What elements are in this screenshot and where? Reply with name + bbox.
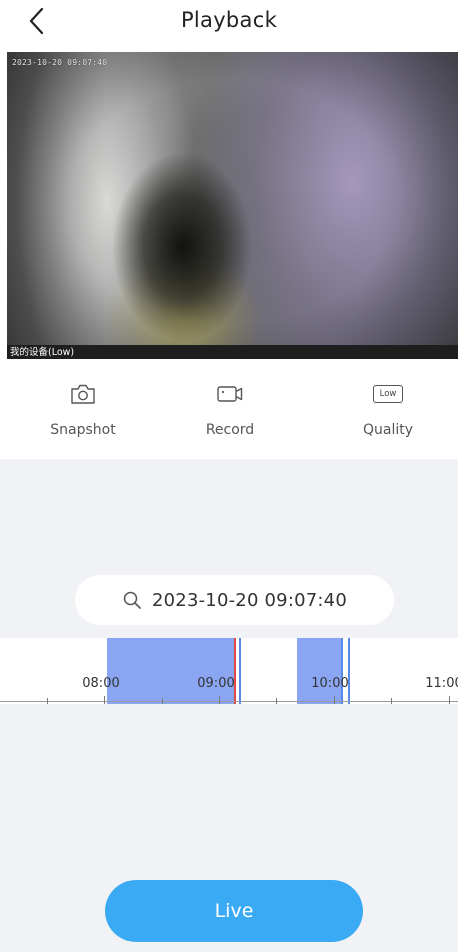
timeline-tick — [449, 696, 450, 704]
timeline-hour-label: 08:00 — [82, 676, 120, 691]
timeline-baseline — [0, 701, 458, 702]
timeline-tick — [47, 698, 48, 704]
timeline-tick — [162, 698, 163, 704]
quality-badge-icon: Low — [373, 385, 403, 403]
live-button[interactable]: Live — [105, 880, 363, 942]
segment-marker — [348, 638, 350, 704]
playback-screen: Playback 2023-10-20 09:07:40 我的设备(Low) S… — [0, 0, 458, 952]
segment-marker — [341, 638, 343, 704]
playback-area — [0, 459, 458, 952]
snapshot-button[interactable]: Snapshot — [28, 378, 138, 448]
video-device-label: 我的设备(Low) — [10, 347, 75, 358]
video-record-icon — [217, 386, 243, 402]
snapshot-label: Snapshot — [50, 422, 116, 438]
video-label-bar — [7, 345, 458, 359]
recording-segment — [297, 638, 342, 704]
current-time-marker — [234, 638, 236, 704]
segment-marker — [239, 638, 241, 704]
record-button[interactable]: Record — [175, 378, 285, 448]
quality-label: Quality — [362, 422, 414, 438]
timeline-hour-label: 11:00 — [425, 676, 458, 691]
timeline-hour-label: 10:00 — [311, 676, 349, 691]
timeline-tick — [276, 698, 277, 704]
video-timestamp: 2023-10-20 09:07:40 — [12, 58, 108, 67]
recording-segment — [107, 638, 235, 704]
search-icon — [123, 591, 141, 609]
timeline-hour-label: 09:00 — [197, 676, 235, 691]
playback-toolbar: Snapshot Record Low Quality — [0, 378, 458, 448]
datetime-text: 2023-10-20 09:07:40 — [152, 589, 347, 611]
camera-icon — [71, 384, 95, 404]
timeline-scrubber[interactable]: 08:00 09:00 10:00 11:00 — [0, 638, 458, 704]
timeline-tick — [334, 696, 335, 704]
page-title: Playback — [180, 8, 278, 32]
video-player[interactable]: 2023-10-20 09:07:40 我的设备(Low) — [7, 52, 458, 359]
timeline-tick — [104, 696, 105, 704]
datetime-search-button[interactable]: 2023-10-20 09:07:40 — [75, 575, 394, 625]
timeline-tick — [219, 696, 220, 704]
timeline-tick — [391, 698, 392, 704]
live-button-label: Live — [214, 900, 254, 922]
record-label: Record — [205, 422, 255, 438]
quality-button[interactable]: Low Quality — [333, 378, 443, 448]
header-bar: Playback — [0, 0, 458, 48]
